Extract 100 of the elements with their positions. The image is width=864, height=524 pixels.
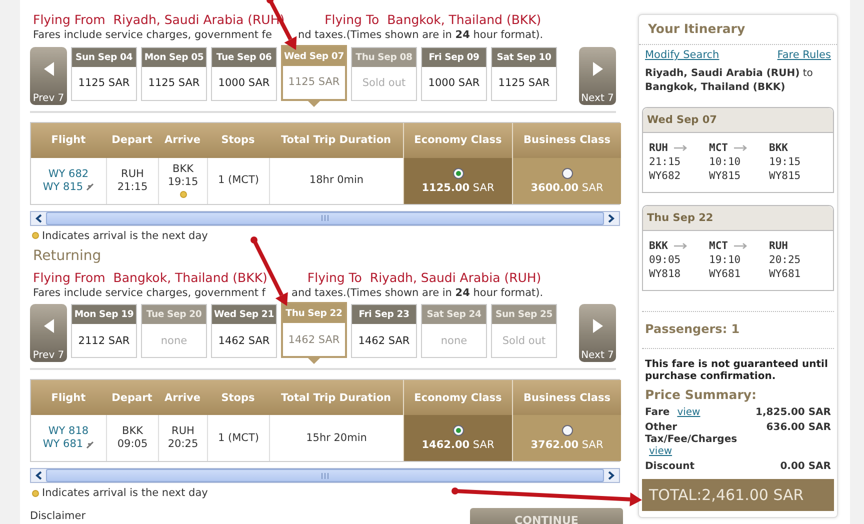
pointer-icon <box>307 357 321 364</box>
section-heading: Returning <box>33 248 102 266</box>
grip-icon <box>321 472 329 479</box>
depart-text: BKK <box>122 425 143 438</box>
legend-text: Indicates arrival is the next day <box>42 230 208 242</box>
date-option[interactable]: Tue Sep 06 1000 SAR <box>211 46 277 101</box>
fare-radio[interactable] <box>562 425 572 436</box>
arrive-text: BKK <box>172 163 194 176</box>
airport-code: MCT <box>709 240 728 252</box>
fare-price: 3762.00 SAR <box>530 439 604 452</box>
flight-number: WY815 <box>769 170 802 182</box>
column-header: Business Class <box>512 380 621 416</box>
stops-text: 1 (MCT) <box>218 432 259 445</box>
grip-icon <box>321 215 329 222</box>
time-text: 09:05 <box>649 254 682 266</box>
date-label: Thu Sep 22 <box>286 308 342 320</box>
airport-code: BKK <box>649 240 668 252</box>
time-text: 19:15 <box>769 156 802 168</box>
plane-icon <box>86 183 94 192</box>
date-option[interactable]: Mon Sep 19 2112 SAR <box>71 304 137 358</box>
fare-rules-link[interactable]: Fare Rules <box>777 49 831 61</box>
airport-code: RUH <box>649 142 668 154</box>
arrive-text: 20:25 <box>168 438 198 452</box>
date-label: Tue Sep 20 <box>146 309 202 320</box>
charge-amount: 0.00 SAR <box>780 461 831 473</box>
itinerary-title: Your Itinerary <box>639 15 837 45</box>
duration-text: 18hr 0min <box>309 174 364 188</box>
date-label: Sat Sep 24 <box>426 309 482 320</box>
next-day-dot-icon <box>32 232 39 240</box>
column-header: Total Trip Duration <box>269 380 403 416</box>
fares-note: and taxes.(Times shown are in 24 hour format). <box>292 287 544 300</box>
duration-text: 15hr 20min <box>306 432 367 445</box>
flight-link[interactable]: WY 682 <box>48 168 89 181</box>
date-price: Sold out <box>502 334 546 347</box>
left-triangle-icon <box>42 60 54 77</box>
horizontal-scrollbar[interactable] <box>30 210 620 226</box>
date-label: Wed Sep 21 <box>214 309 274 320</box>
right-arrow-icon <box>674 145 688 151</box>
fares-note: Fares include service charges, government f <box>33 287 266 300</box>
flight-number: WY818 <box>649 268 682 280</box>
left-triangle-icon <box>42 318 54 334</box>
date-label: Fri Sep 09 <box>428 52 480 63</box>
passengers-text: Passengers: 1 <box>644 321 741 338</box>
pointer-icon <box>307 100 321 107</box>
fare-price: 1462.00 SAR <box>422 439 494 452</box>
legend-text: Indicates arrival is the next day <box>42 487 208 500</box>
column-header: Total Trip Duration <box>269 122 403 158</box>
disclaimer-text: Disclaimer <box>30 510 86 522</box>
fares-note: Fares include service charges, government fe <box>33 29 272 43</box>
date-option[interactable]: Mon Sep 05 1125 SAR <box>141 46 207 101</box>
date-price: Sold out <box>362 77 406 90</box>
destination-text: Flying To Bangkok, Thailand (BKK) <box>324 12 542 29</box>
date-label: Wed Sep 07 <box>284 50 344 62</box>
charge-label: Fare <box>645 407 670 418</box>
date-price: 1000 SAR <box>218 77 270 90</box>
airport-code: MCT <box>709 142 728 154</box>
prev-week-button[interactable]: Prev 7 <box>30 46 67 105</box>
view-link[interactable]: view <box>677 407 700 418</box>
column-header: Stops <box>207 380 269 416</box>
fare-radio[interactable] <box>562 168 572 179</box>
stops-text: 1 (MCT) <box>218 174 259 188</box>
flight-number: WY681 <box>709 268 742 280</box>
date-option[interactable]: Fri Sep 09 1000 SAR <box>421 46 487 101</box>
depart-text: RUH <box>121 168 144 181</box>
column-header: Stops <box>207 122 269 158</box>
right-triangle-icon <box>592 318 604 334</box>
date-option[interactable]: Wed Sep 21 1462 SAR <box>211 304 277 358</box>
column-header: Economy Class <box>403 380 512 416</box>
fare-radio[interactable] <box>452 168 464 179</box>
modify-search-link[interactable]: Modify Search <box>645 49 720 61</box>
flight-link[interactable]: WY 681 <box>42 438 84 452</box>
depart-text: 21:15 <box>117 180 148 194</box>
flight-link[interactable]: WY 818 <box>48 425 89 438</box>
column-header: Arrive <box>158 380 207 416</box>
date-option[interactable]: Sat Sep 10 1125 SAR <box>491 46 557 101</box>
date-label: Mon Sep 19 <box>74 309 134 320</box>
date-option[interactable]: Fri Sep 23 1462 SAR <box>351 304 417 358</box>
prev-week-button[interactable]: Prev 7 <box>30 304 67 362</box>
date-option[interactable]: Sun Sep 04 1125 SAR <box>71 46 137 101</box>
view-link[interactable]: view <box>649 446 672 457</box>
fare-radio[interactable] <box>452 425 464 436</box>
date-price: 1462 SAR <box>288 334 340 346</box>
guarantee-note: This fare is not guaranteed until purchase confirmation. <box>644 358 829 383</box>
date-price: 1462 SAR <box>358 334 410 347</box>
plane-icon <box>86 440 94 449</box>
next-week-button[interactable]: Next 7 <box>579 304 616 362</box>
route-text: Riyadh, Saudi Arabia (RUH) to Bangkok, Thailand (BKK) <box>644 67 814 95</box>
fare-price: 3600.00 SAR <box>530 182 604 194</box>
flight-link[interactable]: WY 815 <box>42 180 84 194</box>
date-price: 2112 SAR <box>78 334 130 347</box>
horizontal-scrollbar[interactable] <box>30 468 620 484</box>
next-week-button[interactable]: Next 7 <box>579 46 616 105</box>
date-label: Thu Sep 08 <box>356 52 412 63</box>
column-header: Depart <box>106 122 158 158</box>
date-label: Tue Sep 06 <box>216 52 272 63</box>
fare-price: 1125.00 SAR <box>422 182 494 194</box>
price-summary-title: Price Summary: <box>644 386 758 404</box>
arrive-text: 19:15 <box>168 176 198 190</box>
origin-text: Flying From Bangkok, Thailand (BKK) <box>33 270 268 287</box>
date-label: Sun Sep 04 <box>76 52 132 63</box>
